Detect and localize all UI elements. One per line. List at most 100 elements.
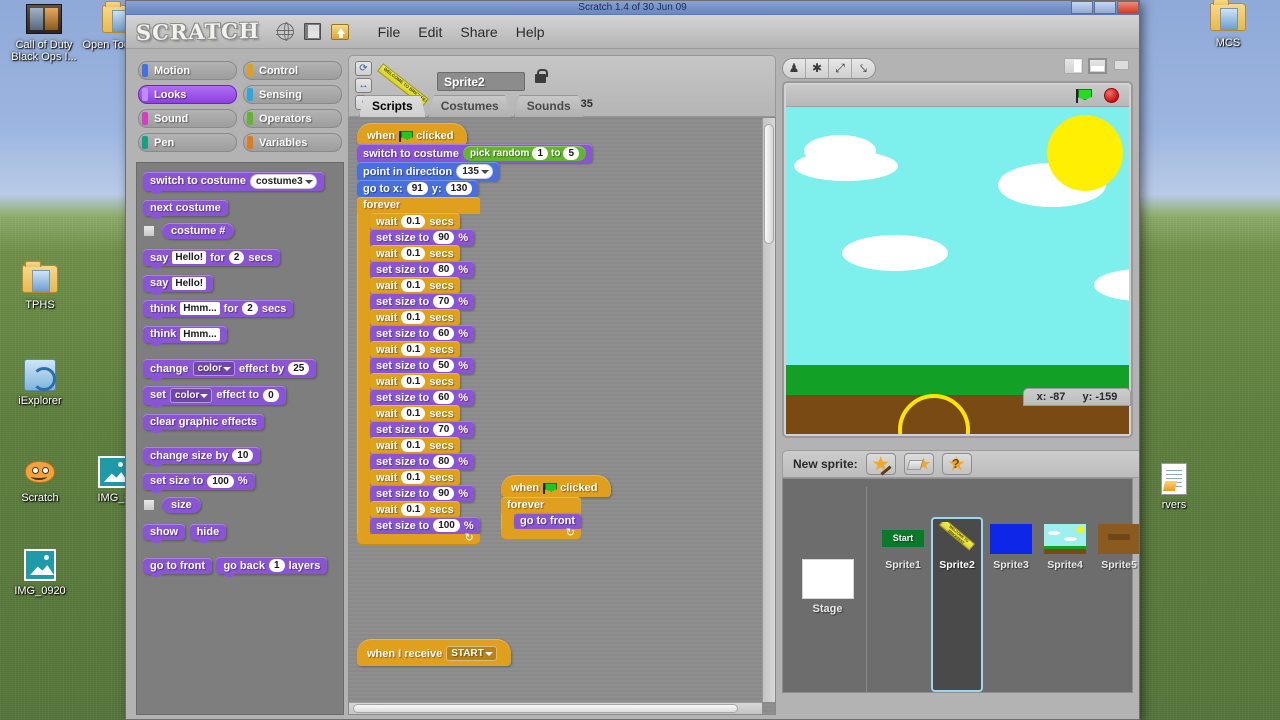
sprite-cell-sprite4[interactable]: Sprite4 — [1039, 517, 1091, 692]
effect-dropdown[interactable]: color — [192, 361, 235, 376]
block-wait-secs[interactable]: wait 0.1 secs — [370, 277, 460, 294]
block-wait-secs[interactable]: wait 0.1 secs — [370, 245, 460, 262]
say-text-input[interactable]: Hello! — [172, 251, 207, 264]
size-input[interactable]: 80 — [433, 455, 455, 468]
palette-block-set-effect[interactable]: set color effect to 0 — [143, 385, 286, 408]
wait-secs-input[interactable]: 0.1 — [401, 471, 426, 484]
random-max-input[interactable]: 5 — [563, 147, 580, 160]
desktop-icon-scratch[interactable]: Scratch — [0, 455, 82, 504]
scripts-vertical-scrollbar[interactable] — [762, 118, 775, 702]
palette-block-hide[interactable]: hide — [189, 523, 227, 543]
effect-amount-input[interactable]: 25 — [288, 362, 310, 375]
globe-icon[interactable] — [274, 20, 298, 44]
category-motion[interactable]: Motion — [138, 61, 237, 80]
wait-secs-input[interactable]: 0.1 — [401, 375, 426, 388]
desktop-icon-mcs[interactable]: MCS — [1186, 0, 1270, 49]
size-input[interactable]: 60 — [433, 391, 455, 404]
stage-canvas[interactable] — [786, 107, 1129, 434]
block-wait-secs[interactable]: wait 0.1 secs — [370, 341, 460, 358]
palette-block-say[interactable]: say Hello! — [143, 274, 214, 295]
block-set-size-to[interactable]: set size to 100% — [370, 517, 480, 534]
minimize-button[interactable] — [1071, 1, 1093, 14]
menu-edit[interactable]: Edit — [409, 21, 451, 43]
wait-secs-input[interactable]: 0.1 — [401, 247, 426, 260]
share-icon[interactable] — [328, 20, 352, 44]
wait-secs-input[interactable]: 0.1 — [401, 407, 426, 420]
block-wait-secs[interactable]: wait 0.1 secs — [370, 373, 460, 390]
layers-input[interactable]: 1 — [269, 559, 285, 572]
scripts-horizontal-scrollbar[interactable] — [349, 702, 762, 714]
tab-sounds[interactable]: Sounds — [513, 95, 584, 117]
open-sprite-file-icon[interactable] — [903, 453, 934, 475]
direction-dropdown[interactable]: 135 — [456, 164, 493, 179]
palette-block-show[interactable]: show — [143, 523, 186, 543]
palette-block-next-costume[interactable]: next costume — [143, 199, 228, 219]
desktop-icon-tphs[interactable]: TPHS — [0, 261, 82, 311]
size-checkbox[interactable] — [143, 498, 155, 511]
paint-new-sprite-icon[interactable] — [865, 453, 896, 476]
sprite-cell-sprite2[interactable]: WELCOME TO BRICKFEST Sprite2 — [931, 517, 983, 692]
palette-block-change-size-by[interactable]: change size by 10 — [143, 447, 261, 467]
wait-secs-input[interactable]: 0.1 — [401, 439, 426, 452]
category-pen[interactable]: Pen — [138, 133, 237, 152]
save-icon[interactable] — [301, 20, 325, 44]
palette-scroll-area[interactable]: switch to costume costume3 next costume … — [136, 162, 344, 715]
block-set-size-to[interactable]: set size to 80% — [370, 261, 475, 278]
scrollbar-thumb[interactable] — [764, 124, 774, 244]
size-input[interactable]: 50 — [433, 359, 455, 372]
costume-number-checkbox[interactable] — [143, 224, 155, 237]
grow-icon[interactable]: ✱ — [806, 58, 829, 78]
category-control[interactable]: Control — [243, 61, 342, 80]
shrink-icon[interactable]: ⤥ — [852, 59, 875, 78]
category-sound[interactable]: Sound — [138, 109, 237, 128]
palette-block-switch-to-costume[interactable]: switch to costume costume3 — [143, 171, 324, 194]
costume-dropdown[interactable]: costume3 — [249, 173, 317, 189]
size-input[interactable]: 100 — [433, 519, 460, 532]
flip-horizontal-icon[interactable]: ↔ — [355, 78, 372, 93]
block-switch-to-costume[interactable]: switch to costume pick random 1 to 5 — [357, 144, 593, 163]
tab-scripts[interactable]: Scripts — [359, 95, 426, 117]
wait-secs-input[interactable]: 0.1 — [401, 279, 426, 292]
desktop-icon-img-0920[interactable]: IMG_0920 — [0, 548, 82, 597]
normal-stage-icon[interactable] — [1088, 58, 1107, 74]
say-text-input[interactable]: Hello! — [172, 276, 207, 290]
size-amount-input[interactable]: 100 — [207, 474, 234, 488]
script-secondary[interactable]: when clicked forever go to front — [501, 475, 612, 540]
script-when-i-receive[interactable]: when I receive START — [357, 639, 511, 666]
effect-dropdown[interactable]: color — [169, 387, 213, 403]
menu-file[interactable]: File — [369, 21, 410, 43]
block-wait-secs[interactable]: wait 0.1 secs — [370, 437, 460, 454]
size-input[interactable]: 80 — [433, 263, 455, 276]
menu-help[interactable]: Help — [507, 21, 554, 43]
palette-block-think[interactable]: think Hmm... — [143, 325, 227, 346]
think-text-input[interactable]: Hmm... — [180, 302, 220, 315]
wait-secs-input[interactable]: 0.1 — [401, 215, 426, 228]
scrollbar-thumb[interactable] — [353, 704, 738, 713]
hat-when-green-flag-clicked[interactable]: when clicked — [357, 123, 468, 145]
small-stage-icon[interactable] — [1064, 58, 1083, 74]
random-min-input[interactable]: 1 — [532, 147, 548, 160]
block-wait-secs[interactable]: wait 0.1 secs — [370, 405, 460, 422]
palette-block-change-effect[interactable]: change color effect by 25 — [143, 359, 317, 381]
category-variables[interactable]: Variables — [243, 133, 342, 152]
hat-when-i-receive[interactable]: when I receive START — [357, 639, 511, 666]
block-set-size-to[interactable]: set size to 70% — [370, 421, 475, 438]
block-point-in-direction[interactable]: point in direction 135 — [357, 162, 499, 181]
block-wait-secs[interactable]: wait 0.1 secs — [370, 213, 460, 230]
size-input[interactable]: 60 — [433, 327, 455, 340]
rotate-icon[interactable]: ⟳ — [355, 61, 372, 76]
hat-when-green-flag-clicked-2[interactable]: when clicked — [501, 475, 612, 497]
block-set-size-to[interactable]: set size to 90% — [370, 229, 475, 246]
expand-icon[interactable]: ⤢ — [829, 58, 852, 78]
sprite-list-panel[interactable]: Stage Start Sprite1 WELCOME TO BRICKFEST — [782, 478, 1139, 693]
secs-input[interactable]: 2 — [242, 302, 258, 315]
palette-block-set-size-to[interactable]: set size to 100 % — [143, 472, 255, 493]
maximize-button[interactable] — [1094, 1, 1116, 14]
sprite-cell-sprite3[interactable]: Sprite3 — [985, 517, 1037, 692]
wait-secs-input[interactable]: 0.1 — [401, 343, 426, 356]
secs-input[interactable]: 2 — [228, 251, 245, 264]
effect-amount-input[interactable]: 0 — [263, 388, 279, 402]
size-input[interactable]: 70 — [433, 295, 455, 308]
wait-secs-input[interactable]: 0.1 — [401, 503, 426, 516]
goto-y-input[interactable]: 130 — [445, 182, 473, 195]
